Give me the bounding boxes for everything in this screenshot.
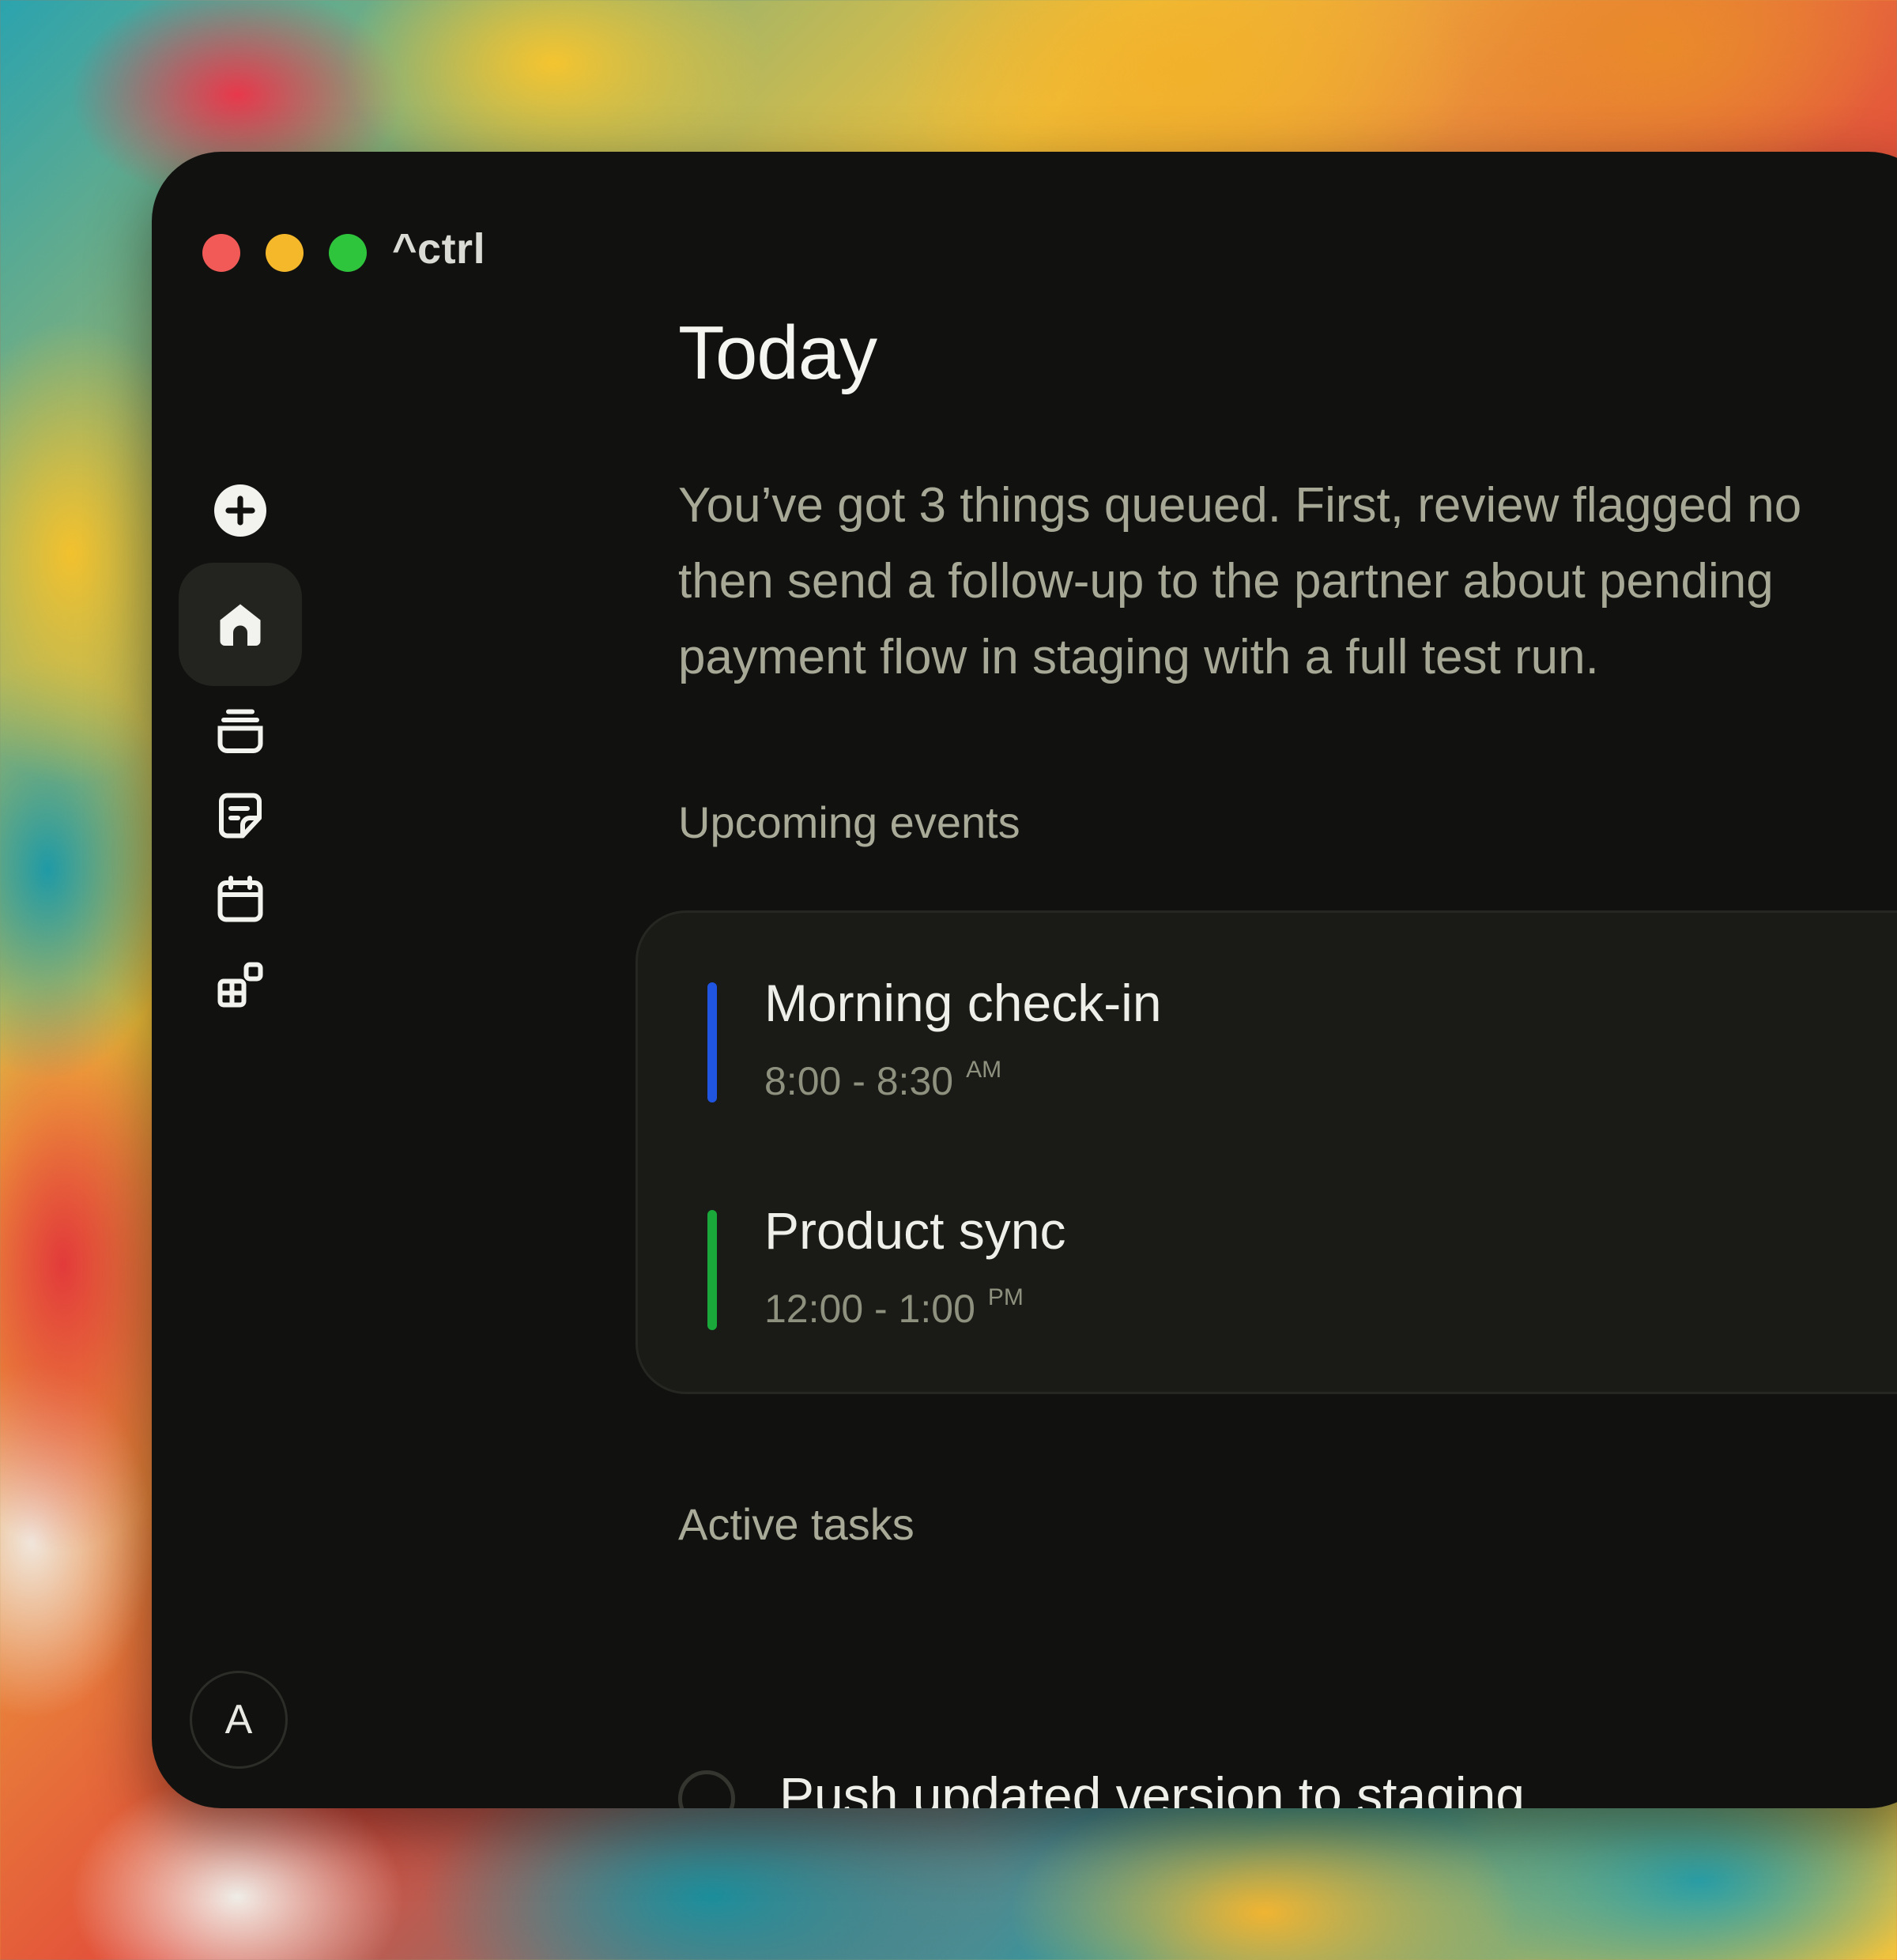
home-icon (220, 604, 261, 646)
plus-circle-icon (214, 484, 266, 537)
note-icon (219, 793, 262, 839)
active-tasks-heading: Active tasks (678, 1499, 915, 1549)
calendar-icon (217, 876, 263, 922)
sidebar-item-apps[interactable] (179, 923, 302, 1046)
event-title: Morning check-in (764, 974, 1162, 1032)
events-card: Morning check-in 8:00 - 8:30 AM Product s… (635, 910, 1897, 1394)
stack-icon (217, 709, 263, 753)
avatar[interactable]: A (190, 1671, 288, 1769)
new-item-button[interactable] (179, 449, 302, 572)
apps-icon (217, 962, 263, 1008)
event-meridiem: AM (966, 1057, 1002, 1083)
app-window: ^ctrl A Today You’ve got 3 things queued… (152, 152, 1897, 1808)
event-color-bar (707, 982, 717, 1102)
app-name: ^ctrl (392, 225, 486, 273)
close-window-button[interactable] (202, 234, 240, 272)
event-title: Product sync (764, 1201, 1066, 1260)
minimize-window-button[interactable] (266, 234, 304, 272)
traffic-lights (202, 234, 367, 272)
summary-text: You’ve got 3 things queued. First, revie… (678, 478, 1802, 684)
event-time-range: 8:00 - 8:30 (764, 1059, 954, 1103)
event-time-range: 12:00 - 1:00 (764, 1287, 975, 1331)
upcoming-events-heading: Upcoming events (678, 797, 1020, 847)
task-label[interactable]: Push updated version to staging (779, 1766, 1525, 1808)
event-time: 8:00 - 8:30 AM (764, 1057, 1001, 1104)
sidebar-item-home[interactable] (179, 563, 302, 686)
maximize-window-button[interactable] (329, 234, 367, 272)
event-color-bar (707, 1210, 717, 1330)
event-time: 12:00 - 1:00 PM (764, 1284, 1024, 1332)
task-checkbox[interactable] (678, 1770, 735, 1808)
event-meridiem: PM (987, 1284, 1024, 1310)
page-title: Today (678, 311, 877, 395)
